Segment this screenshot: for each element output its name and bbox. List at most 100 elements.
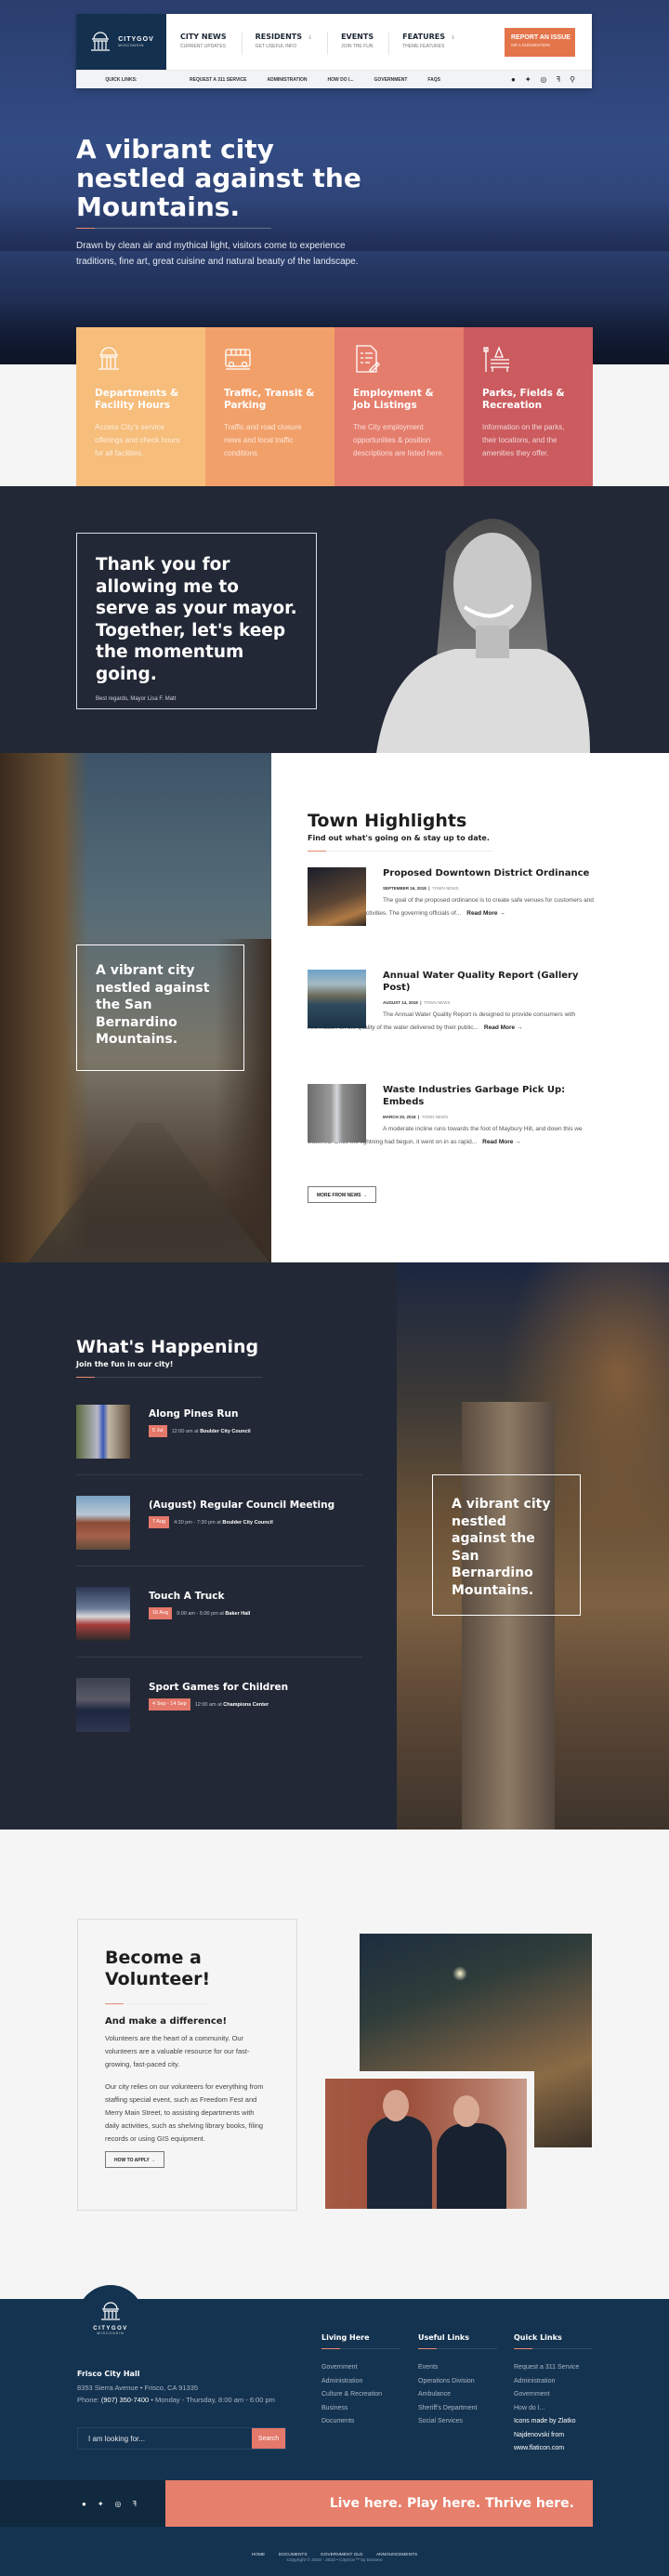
- capitol-logo-icon: [101, 2302, 120, 2320]
- read-more-link[interactable]: Read More →: [484, 1024, 523, 1031]
- column-title: Quick Links: [514, 2333, 562, 2342]
- footer-link[interactable]: Documents: [321, 2415, 405, 2429]
- read-more-link[interactable]: Read More →: [466, 910, 505, 917]
- divider: [321, 2348, 400, 2349]
- quick-links-bar: QUICK LINKS: REQUEST A 311 SERVICE ADMIN…: [76, 70, 592, 88]
- instagram-icon[interactable]: ◎: [541, 71, 547, 89]
- post-title[interactable]: Annual Water Quality Report (Gallery Pos…: [383, 970, 596, 994]
- search-button[interactable]: Search: [252, 2428, 285, 2449]
- phone-number[interactable]: (907) 350-7400: [101, 2396, 149, 2404]
- footer-link[interactable]: Events: [418, 2361, 502, 2375]
- twitter-icon[interactable]: ✦: [525, 71, 531, 89]
- footer-link[interactable]: Ambulance: [418, 2388, 502, 2402]
- card-text: The City employment opportunities & posi…: [353, 423, 444, 457]
- event-title[interactable]: Along Pines Run: [149, 1408, 238, 1420]
- instagram-icon[interactable]: ◎: [115, 2500, 122, 2508]
- nav-sub: THEME FEATURES: [402, 44, 445, 49]
- event-item: (August) Regular Council Meeting 7 Aug 4:…: [76, 1496, 362, 1552]
- quick-link[interactable]: ADMINISTRATION: [268, 71, 308, 89]
- facebook-icon[interactable]: ●: [82, 2500, 86, 2508]
- bottom-link[interactable]: GOVERNMENT OLD: [321, 2553, 363, 2557]
- footer-link[interactable]: How do I...: [514, 2402, 597, 2416]
- report-sub: OR A SUGGESTION: [511, 43, 550, 47]
- overlay-text: A vibrant city nestled against the San B…: [96, 963, 210, 1047]
- event-time: 9:00 am - 5:00 pm at: [177, 1610, 224, 1617]
- officer-head: [453, 2095, 479, 2127]
- event-item: Sport Games for Children 4 Sep - 14 Sep 1…: [76, 1678, 362, 1734]
- event-time: 12:00 am at: [171, 1428, 199, 1434]
- card-parks[interactable]: Parks, Fields & Recreation Information o…: [464, 327, 593, 486]
- bottom-link[interactable]: DOCUMENTS: [279, 2553, 308, 2557]
- twitter-icon[interactable]: ✦: [98, 2500, 104, 2508]
- footer-link[interactable]: Operations Division: [418, 2375, 502, 2389]
- post-thumbnail[interactable]: [308, 867, 366, 926]
- post-thumbnail[interactable]: [308, 970, 366, 1028]
- post-title[interactable]: Waste Industries Garbage Pick Up: Embeds: [383, 1084, 596, 1108]
- overlay-box: A vibrant city nestled against the San B…: [76, 945, 244, 1071]
- footer-link[interactable]: Request a 311 Service: [514, 2361, 597, 2375]
- how-to-apply-button[interactable]: HOW TO APPLY →: [105, 2151, 165, 2168]
- post-title[interactable]: Proposed Downtown District Ordinance: [383, 867, 596, 879]
- event-date-badge: 16 Aug: [149, 1607, 173, 1619]
- event-thumbnail[interactable]: [76, 1496, 130, 1550]
- foursquare-icon[interactable]: ꟻ: [557, 71, 561, 89]
- event-venue[interactable]: Boulder City Council: [222, 1520, 272, 1526]
- report-issue-button[interactable]: REPORT AN ISSUE OR A SUGGESTION: [505, 28, 575, 57]
- footer-column-living-here: Living Here Government Administration Cu…: [321, 2333, 405, 2429]
- nav-features[interactable]: FEATURES ↓ THEME FEATURES: [402, 33, 470, 55]
- site-logo[interactable]: CITYGOV WISCONSIN: [76, 14, 166, 70]
- event-venue[interactable]: Boulder City Council: [200, 1429, 250, 1434]
- post-category[interactable]: TOWN NEWS: [432, 886, 458, 891]
- event-title[interactable]: Sport Games for Children: [149, 1682, 288, 1693]
- card-departments[interactable]: Departments & Facility Hours Access City…: [76, 327, 205, 486]
- read-more-link[interactable]: Read More →: [482, 1139, 521, 1145]
- footer-link[interactable]: Sheriff's Department: [418, 2402, 502, 2416]
- footer-link[interactable]: Culture & Recreation: [321, 2388, 405, 2402]
- event-time: 4:30 pm - 7:30 pm at: [174, 1519, 221, 1526]
- post-category[interactable]: TOWN NEWS: [422, 1115, 448, 1119]
- icon-credit-note[interactable]: Icons made by Zlatko Najdenovski from ww…: [514, 2415, 597, 2456]
- mayor-signature: Best regards, Mayor Lisa F. Matt: [96, 696, 177, 702]
- bottom-link[interactable]: HOME: [252, 2553, 265, 2557]
- event-venue[interactable]: Baker Hall: [225, 1611, 250, 1617]
- copyright: Copyright © 2018 - 2023 • CityGov™ by Da…: [286, 2558, 383, 2563]
- card-title: Employment & Job Listings: [353, 388, 434, 411]
- hero-title: A vibrant city nestled against the Mount…: [76, 134, 361, 222]
- event-venue[interactable]: Champions Center: [223, 1702, 269, 1708]
- event-date-badge: 4 Sep - 14 Sep: [149, 1698, 190, 1711]
- footer-search: Search: [77, 2427, 286, 2450]
- card-employment[interactable]: Employment & Job Listings The City emplo…: [334, 327, 464, 486]
- footer-link[interactable]: Government: [514, 2388, 597, 2402]
- event-thumbnail[interactable]: [76, 1405, 130, 1459]
- footer-link[interactable]: Business: [321, 2402, 405, 2416]
- site-footer: CITYGOV WISCONSIN Frisco City Hall 8353 …: [0, 2285, 669, 2576]
- search-icon[interactable]: ⚲: [570, 71, 575, 89]
- footer-link[interactable]: Social Services: [418, 2415, 502, 2429]
- post-category[interactable]: TOWN NEWS: [424, 1000, 450, 1005]
- post-thumbnail[interactable]: [308, 1084, 366, 1143]
- event-title[interactable]: (August) Regular Council Meeting: [149, 1499, 334, 1511]
- quick-link[interactable]: GOVERNMENT: [374, 71, 408, 89]
- event-thumbnail[interactable]: [76, 1678, 130, 1732]
- footer-link[interactable]: Government: [321, 2361, 405, 2375]
- footer-link[interactable]: Administration: [321, 2375, 405, 2389]
- footer-link[interactable]: Administration: [514, 2375, 597, 2389]
- more-from-news-button[interactable]: MORE FROM NEWS →: [308, 1186, 376, 1203]
- nav-events[interactable]: EVENTS JOIN THE FUN: [341, 33, 390, 55]
- event-title[interactable]: Touch A Truck: [149, 1591, 224, 1602]
- quick-link[interactable]: REQUEST A 311 SERVICE: [190, 71, 247, 89]
- section-title: Town Highlights: [308, 811, 467, 831]
- mayor-quote-box: Thank you for allowing me to serve as yo…: [76, 533, 317, 709]
- search-input[interactable]: [78, 2428, 252, 2449]
- card-traffic[interactable]: Traffic, Transit & Parking Traffic and r…: [205, 327, 334, 486]
- nav-city-news[interactable]: CITY NEWS CURRENT UPDATES: [180, 33, 243, 55]
- quick-link[interactable]: HOW DO I...: [327, 71, 353, 89]
- foursquare-icon[interactable]: ꟻ: [133, 2500, 138, 2508]
- nav-residents[interactable]: RESIDENTS ↓ GET USEFUL INFO: [256, 33, 329, 55]
- footer-logo[interactable]: CITYGOV WISCONSIN: [77, 2285, 144, 2352]
- post-date: SEPTEMBER 16, 2018: [383, 886, 426, 891]
- facebook-icon[interactable]: ●: [511, 71, 516, 89]
- bottom-link[interactable]: ANNOUNCEMENTS: [376, 2553, 417, 2557]
- quick-link[interactable]: FAQS: [427, 71, 440, 89]
- event-thumbnail[interactable]: [76, 1587, 130, 1641]
